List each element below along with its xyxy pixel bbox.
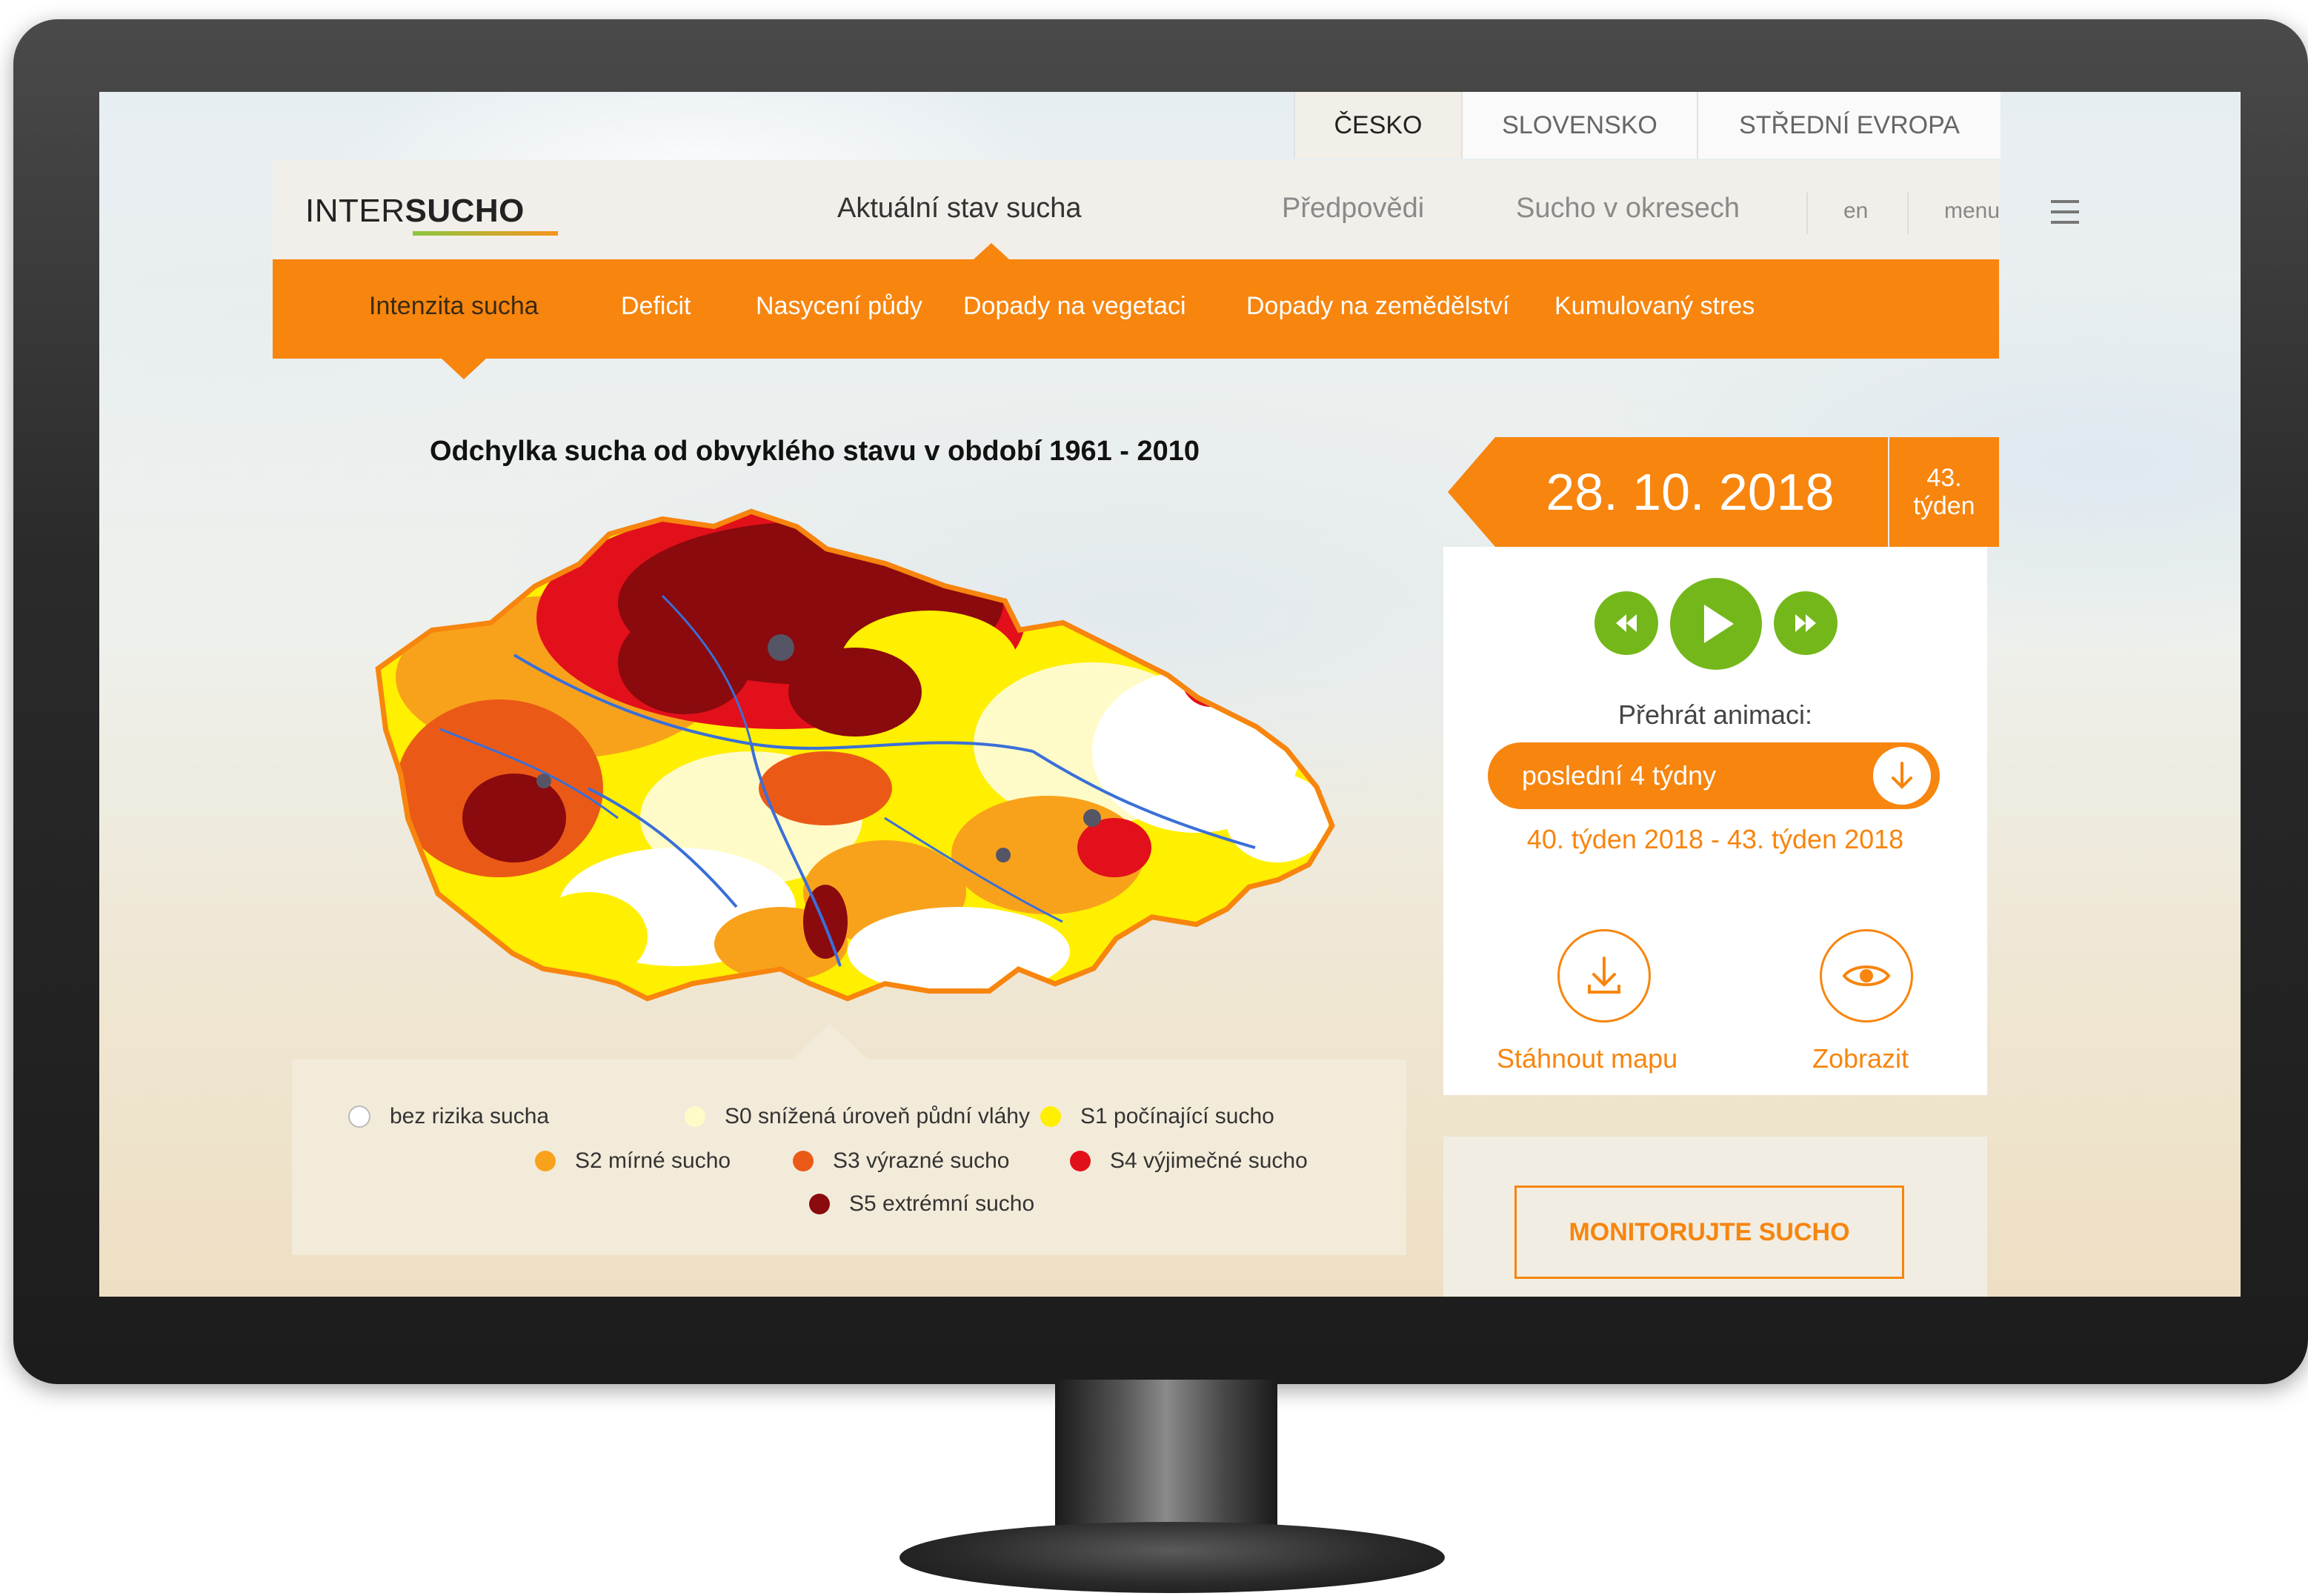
legend-item: S5 extrémní sucho [809,1191,1034,1217]
current-date: 28. 10. 2018 [1448,437,1888,547]
logo[interactable]: INTERSUCHO [305,193,525,230]
monitor-drought-button[interactable]: MONITORUJTE SUCHO [1514,1186,1904,1279]
map-drought-zones [381,514,1329,996]
rewind-icon [1616,614,1637,632]
menu-label[interactable]: menu [1944,199,2000,224]
date-header: 28. 10. 2018 43. týden [1448,437,1999,547]
legend-swatch [793,1151,814,1171]
logo-underline [413,231,558,236]
site-header: INTERSUCHO Aktuální stav sucha Předpověd… [273,160,2079,259]
legend-item: S2 mírné sucho [535,1148,731,1174]
monitor-stand-base [899,1522,1445,1593]
fast-forward-button[interactable] [1774,591,1838,655]
subnav-dopady-na-vegetaci[interactable]: Dopady na vegetaci [963,292,1186,321]
play-button[interactable] [1670,578,1762,670]
legend-swatch [685,1106,705,1127]
eye-icon [1842,965,1891,986]
period-select[interactable]: poslední 4 týdny [1488,742,1940,809]
dropdown-arrow-icon[interactable] [1873,747,1931,805]
nav-aktualni-stav[interactable]: Aktuální stav sucha [837,193,1082,225]
legend-swatch [535,1151,556,1171]
subnav-nasyceni-pudy[interactable]: Nasycení půdy [756,292,922,321]
legend-item: bez rizika sucha [348,1104,549,1129]
legend-item: S0 snížená úroveň půdní vláhy [685,1104,1030,1129]
monitor-panel: MONITORUJTE SUCHO [1443,1137,1987,1297]
nav-divider [1907,193,1909,234]
download-button[interactable] [1557,929,1651,1023]
legend-item: S3 výrazné sucho [793,1148,1009,1174]
rewind-button[interactable] [1594,591,1658,655]
animation-range: 40. týden 2018 - 43. týden 2018 [1526,824,1904,854]
nav-sucho-v-okresech[interactable]: Sucho v okresech [1516,193,1740,225]
play-icon [1704,605,1734,643]
map-legend: bez rizika sucha S0 snížená úroveň půdní… [292,1060,1406,1255]
language-switch[interactable]: en [1843,199,1868,224]
legend-pointer [791,1024,868,1060]
drought-map[interactable] [366,507,1433,1129]
view-button[interactable] [1820,929,1913,1023]
tab-stredni-evropa[interactable]: STŘEDNÍ EVROPA [1697,92,2001,159]
tab-cesko[interactable]: ČESKO [1294,92,1461,159]
nav-divider [1806,193,1808,234]
nav-predpovedi[interactable]: Předpovědi [1282,193,1424,225]
legend-swatch [1070,1151,1091,1171]
animation-panel: Přehrát animaci: poslední 4 týdny 40. tý… [1443,547,1987,1095]
subnav-intenzita-sucha[interactable]: Intenzita sucha [369,292,539,321]
map-title: Odchylka sucha od obvyklého stavu v obdo… [430,436,1200,467]
active-nav-indicator [974,243,1009,259]
view-label[interactable]: Zobrazit [1812,1043,1909,1074]
subnav-dopady-na-zemedelstvi[interactable]: Dopady na zemědělství [1246,292,1509,321]
legend-swatch [1040,1106,1061,1127]
download-map-label[interactable]: Stáhnout mapu [1497,1043,1677,1074]
legend-swatch [348,1105,370,1128]
screen: ČESKO SLOVENSKO STŘEDNÍ EVROPA INTERSUCH… [99,92,2241,1297]
legend-swatch [809,1194,830,1214]
animation-label: Přehrát animaci: [1617,699,1813,730]
legend-item: S1 počínající sucho [1040,1104,1274,1129]
subnav-kumulovany-stres[interactable]: Kumulovaný stres [1554,292,1755,321]
download-icon [1588,957,1620,994]
legend-item: S4 výjimečné sucho [1070,1148,1308,1174]
fast-forward-icon [1795,614,1816,632]
active-subnav-indicator [442,359,486,379]
week-indicator: 43. týden [1889,437,1999,547]
period-select-value: poslední 4 týdny [1522,760,1717,791]
tab-slovensko[interactable]: SLOVENSKO [1461,92,1697,159]
subnav-bar: Intenzita sucha Deficit Nasycení půdy Do… [273,259,1999,359]
hamburger-menu-icon[interactable] [2051,200,2079,224]
subnav-deficit[interactable]: Deficit [621,292,691,321]
